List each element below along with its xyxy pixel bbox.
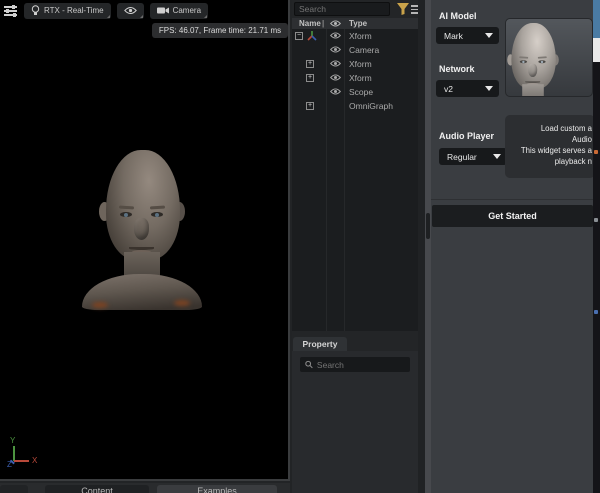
edge-blue-segment [593, 0, 600, 38]
stage-column-headers: Name | Type [292, 18, 418, 29]
get-started-button[interactable]: Get Started [432, 205, 593, 227]
mark-head-model[interactable] [82, 150, 202, 310]
property-search-box[interactable] [300, 357, 410, 372]
visibility-eye-icon[interactable] [330, 46, 341, 53]
camera-label: Camera [173, 6, 201, 15]
network-label: Network [439, 64, 475, 74]
expand-toggle[interactable]: + [306, 74, 314, 82]
prim-type: Xform [349, 73, 372, 83]
viewport-toolbar: RTX - Real-Time Camera [2, 2, 208, 19]
stage-scrollbar[interactable] [418, 0, 425, 493]
edge-dot [594, 150, 598, 154]
bust-skin-tint [92, 302, 108, 308]
tree-row-xform-3[interactable]: + Xform [292, 71, 418, 85]
bust-eye [151, 212, 163, 217]
stage-search-box[interactable] [294, 2, 390, 16]
bottom-tab-bar: Content Examples [0, 483, 290, 493]
search-icon [305, 360, 313, 369]
property-search-input[interactable] [317, 360, 405, 370]
axis-y-line [13, 446, 15, 461]
column-type[interactable]: Type [349, 19, 367, 28]
visibility-eye-icon[interactable] [330, 60, 341, 67]
fps-indicator: FPS: 46.07, Frame time: 21.71 ms [152, 23, 288, 38]
app-window: RTX - Real-Time Camera FPS: 46.07, Frame… [0, 0, 600, 493]
stage-panel: Name | Type − Xform [292, 0, 425, 493]
viewport-settings-button[interactable] [2, 3, 18, 19]
prim-type: OmniGraph [349, 101, 393, 111]
prim-type: Xform [349, 31, 372, 41]
eye-icon [124, 6, 137, 15]
tab-content[interactable]: Content [45, 485, 149, 493]
visibility-eye-icon[interactable] [330, 74, 341, 81]
tab-property[interactable]: Property [293, 337, 347, 351]
axis-x-label: X [32, 456, 37, 465]
tab-examples[interactable]: Examples [157, 485, 277, 493]
xform-axis-icon [306, 30, 318, 42]
mark-thumbnail-head [505, 23, 569, 97]
section-divider [431, 199, 593, 200]
camera-icon [157, 6, 169, 15]
axis-y-label: Y [10, 436, 15, 445]
axis-gizmo: Y X Z [8, 438, 48, 468]
stage-search-input[interactable] [295, 4, 389, 14]
prim-type: Camera [349, 45, 379, 55]
bust-head [106, 150, 180, 260]
expand-toggle[interactable]: + [306, 60, 314, 68]
tree-row-xform-2[interactable]: + Xform [292, 57, 418, 71]
prim-type: Xform [349, 59, 372, 69]
ai-model-label: AI Model [439, 11, 477, 21]
expand-toggle[interactable]: + [306, 102, 314, 110]
bust-nose [134, 218, 149, 240]
collapse-toggle[interactable]: − [295, 32, 303, 40]
tree-row-xform-root[interactable]: − Xform [292, 29, 418, 43]
ai-model-select[interactable]: Mark [436, 27, 499, 44]
scrollbar-thumb[interactable] [426, 213, 430, 239]
model-thumbnail [505, 18, 593, 97]
edge-scrollbar-thumb[interactable] [593, 38, 600, 62]
axis-z-label: Z [7, 460, 12, 469]
right-edge-strip [593, 0, 600, 493]
network-select[interactable]: v2 [436, 80, 499, 97]
chevron-down-icon [493, 154, 501, 159]
bottom-mini-tab[interactable] [0, 485, 28, 493]
camera-dropdown[interactable]: Camera [150, 3, 208, 19]
viewport-3d[interactable]: RTX - Real-Time Camera FPS: 46.07, Frame… [0, 0, 290, 481]
prim-type: Scope [349, 87, 373, 97]
stage-tree: − Xform Camera + [292, 29, 418, 331]
audio-player-label: Audio Player [439, 131, 494, 141]
chevron-down-icon [485, 33, 493, 38]
audio-player-info: Load custom a Audio This widget serves a… [505, 115, 595, 178]
filter-icon[interactable] [396, 2, 410, 16]
renderer-dropdown[interactable]: RTX - Real-Time [24, 3, 111, 19]
visibility-eye-icon[interactable] [330, 88, 341, 95]
sliders-icon [4, 5, 17, 16]
audio-player-select[interactable]: Regular [439, 148, 507, 165]
property-panel [292, 351, 418, 493]
visibility-column-eye-icon[interactable] [330, 20, 341, 27]
column-name[interactable]: Name [299, 19, 321, 28]
lightbulb-icon [31, 5, 40, 16]
bust-skin-tint [174, 300, 190, 306]
edge-dot [594, 310, 598, 314]
visibility-eye-icon[interactable] [330, 32, 341, 39]
bust-eye [120, 212, 132, 217]
edge-dot [594, 218, 598, 222]
tree-row-omnigraph[interactable]: + OmniGraph [292, 99, 418, 113]
tree-row-scope[interactable]: Scope [292, 85, 418, 99]
audio2face-panel: AI Model Mark Network v2 Audio Player Re… [431, 0, 593, 493]
axis-x-line [14, 460, 29, 462]
visibility-menu-button[interactable] [117, 3, 144, 19]
tree-row-camera[interactable]: Camera [292, 43, 418, 57]
renderer-label: RTX - Real-Time [44, 6, 104, 15]
chevron-down-icon [485, 86, 493, 91]
